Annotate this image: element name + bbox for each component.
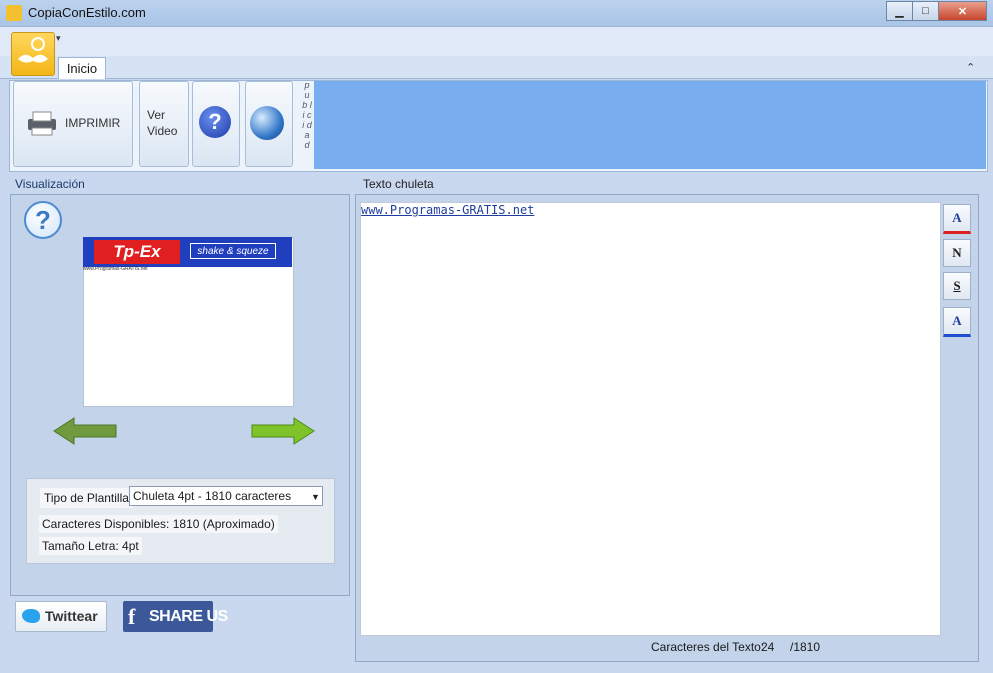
ribbon-header: [0, 26, 993, 57]
underline-button[interactable]: S: [943, 272, 971, 300]
char-count-label: Caracteres del Texto:: [651, 640, 765, 654]
ribbon-tab-row: [0, 56, 993, 79]
next-arrow-icon[interactable]: [250, 415, 316, 447]
char-count-max: /1810: [790, 640, 821, 654]
editor-content[interactable]: www.Programas-GRATIS.net: [361, 203, 534, 217]
chevron-down-icon[interactable]: ▼: [311, 492, 320, 502]
title-bar: [0, 0, 993, 26]
twitter-label: Twittear: [45, 608, 98, 624]
preview-section-label: Visualización: [15, 177, 85, 191]
brand-tagline: shake & squeze: [190, 243, 276, 259]
help-icon: ?: [199, 106, 231, 138]
facebook-icon: f: [128, 604, 136, 629]
available-chars-label: Caracteres Disponibles: 1810 (Aproximado…: [39, 515, 278, 533]
video-label: Ver Video: [147, 108, 178, 138]
preview-help-icon[interactable]: ?: [24, 201, 62, 239]
bold-button[interactable]: N: [943, 239, 971, 267]
print-label: IMPRIMIR: [65, 116, 121, 130]
font-color-button[interactable]: A: [943, 204, 971, 234]
maximize-button[interactable]: □: [912, 1, 939, 21]
app-icon: [6, 5, 22, 21]
text-editor[interactable]: [360, 202, 941, 636]
printer-icon: [28, 111, 56, 136]
quick-access-menu-icon[interactable]: ▾: [56, 33, 61, 44]
highlight-color-button[interactable]: A: [943, 307, 971, 337]
minimize-button[interactable]: ▁: [886, 1, 913, 21]
app-menu-button[interactable]: [11, 32, 55, 76]
template-type-label: Tipo de Plantilla: [40, 488, 133, 508]
share-label: SHARE US: [149, 608, 228, 625]
preview-text: www.Programas-GRATIS.net: [83, 266, 148, 272]
close-button[interactable]: ✕: [938, 1, 987, 21]
ad-label: p u b l i c i d a d: [302, 80, 312, 150]
previous-arrow-icon[interactable]: [52, 415, 118, 447]
font-size-label: Tamaño Letra: 4pt: [39, 537, 142, 555]
globe-icon: [250, 106, 284, 140]
ad-banner-area: [314, 81, 986, 169]
brand-logo: Tp-Ex: [94, 240, 180, 264]
tab-inicio[interactable]: Inicio: [58, 57, 106, 79]
mustache-logo-icon: [18, 37, 48, 63]
collapse-ribbon-icon[interactable]: ⌃: [966, 61, 975, 74]
text-section-label: Texto chuleta: [363, 177, 434, 191]
char-count-value: 24: [761, 640, 775, 654]
template-type-select[interactable]: Chuleta 4pt - 1810 caracteres: [129, 486, 323, 506]
twitter-bird-icon: [22, 609, 40, 623]
window-title: CopiaConEstilo.com: [28, 5, 146, 20]
